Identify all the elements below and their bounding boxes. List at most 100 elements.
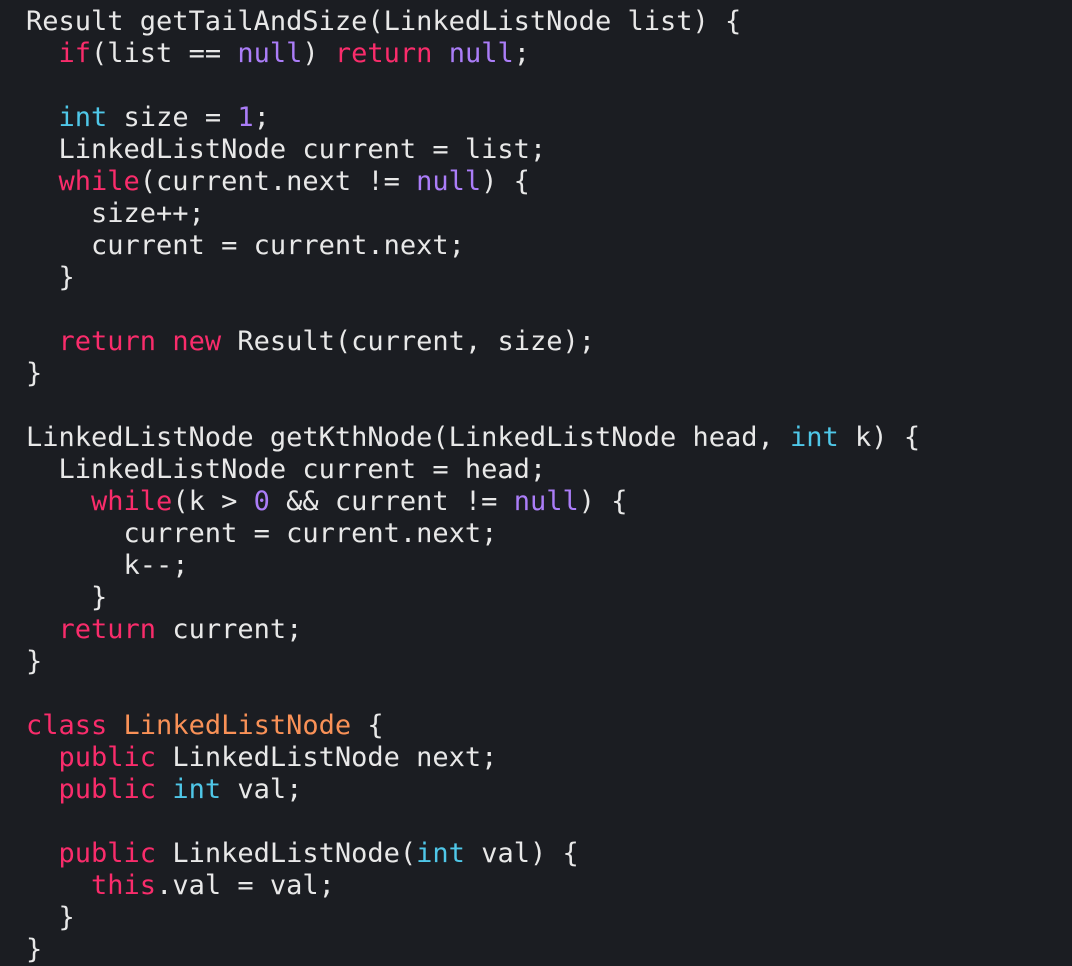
code-token-const: 0 xyxy=(253,486,270,517)
code-token-plain: size++; xyxy=(26,198,205,229)
code-line: return new Result(current, size); xyxy=(26,326,1072,358)
code-token-plain: LinkedListNode current = head; xyxy=(26,454,547,485)
code-token-const: null xyxy=(416,166,482,197)
code-token-const: 1 xyxy=(237,102,254,133)
code-token-keyword: if xyxy=(58,38,92,69)
code-token-type: int xyxy=(416,838,465,869)
code-token-type: int xyxy=(172,774,222,805)
code-line: current = current.next; xyxy=(26,518,1072,550)
code-line: this.val = val; xyxy=(26,870,1072,902)
code-line: } xyxy=(26,582,1072,614)
code-token-plain: size = xyxy=(107,102,238,133)
code-line: } xyxy=(26,934,1072,966)
code-token-plain: k--; xyxy=(26,550,189,581)
code-line: LinkedListNode current = list; xyxy=(26,134,1072,166)
code-token-plain: ; xyxy=(513,38,530,69)
code-token-plain: .val = val; xyxy=(156,870,335,901)
code-line: if(list == null) return null; xyxy=(26,38,1072,70)
code-line: return current; xyxy=(26,614,1072,646)
code-line: } xyxy=(26,262,1072,294)
code-token-plain: } xyxy=(26,358,43,389)
code-token-keyword: while xyxy=(91,486,173,517)
code-token-keyword: public xyxy=(58,838,157,869)
code-token-plain: current = current.next; xyxy=(26,518,498,549)
code-token-plain: ) xyxy=(302,38,335,69)
code-line: int size = 1; xyxy=(26,102,1072,134)
code-line: } xyxy=(26,902,1072,934)
code-token-plain: ) { xyxy=(481,166,530,197)
code-token-plain: k) { xyxy=(838,422,921,453)
code-token-keyword: this xyxy=(91,870,157,901)
code-line: public LinkedListNode next; xyxy=(26,742,1072,774)
code-line: while(k > 0 && current != null) { xyxy=(26,486,1072,518)
code-token-plain: } xyxy=(26,934,43,965)
code-token-plain: { xyxy=(351,710,384,741)
code-line: Result getTailAndSize(LinkedListNode lis… xyxy=(26,6,1072,38)
code-token-class: LinkedListNode xyxy=(123,710,352,741)
code-token-plain: current; xyxy=(156,614,303,645)
code-line: LinkedListNode current = head; xyxy=(26,454,1072,486)
code-token-keyword: public xyxy=(58,774,157,805)
code-token-keyword: class xyxy=(26,710,108,741)
code-line: current = current.next; xyxy=(26,230,1072,262)
code-token-keyword: return xyxy=(58,326,157,357)
code-token-keyword: public xyxy=(58,742,157,773)
code-token-plain: LinkedListNode current = list; xyxy=(26,134,547,165)
code-token-plain: ; xyxy=(253,102,270,133)
code-token-keyword: new xyxy=(172,326,222,357)
code-token-plain: (list == xyxy=(91,38,238,69)
code-line: while(current.next != null) { xyxy=(26,166,1072,198)
code-token-keyword: return xyxy=(334,38,433,69)
code-token-plain: Result getTailAndSize(LinkedListNode lis… xyxy=(26,6,742,37)
code-token-plain: LinkedListNode getKthNode(LinkedListNode… xyxy=(26,422,791,453)
code-line: public LinkedListNode(int val) { xyxy=(26,838,1072,870)
code-line: } xyxy=(26,358,1072,390)
code-token-plain: ) { xyxy=(578,486,628,517)
code-line: public int val; xyxy=(26,774,1072,806)
code-token-plain: && current != xyxy=(269,486,514,517)
code-token-plain: LinkedListNode( xyxy=(156,838,417,869)
code-token-plain: val; xyxy=(221,774,303,805)
code-token-type: int xyxy=(790,422,839,453)
code-line: k--; xyxy=(26,550,1072,582)
code-token-const: null xyxy=(237,38,303,69)
code-token-plain: val) { xyxy=(464,838,579,869)
code-token-plain: } xyxy=(26,262,75,293)
code-token-plain: } xyxy=(26,646,43,677)
code-block[interactable]: Result getTailAndSize(LinkedListNode lis… xyxy=(0,0,1072,966)
code-line: } xyxy=(26,646,1072,678)
code-token-plain: (k > xyxy=(172,486,254,517)
code-line: size++; xyxy=(26,198,1072,230)
code-token-plain: (current.next != xyxy=(139,166,417,197)
code-token-plain: } xyxy=(26,902,75,933)
code-token-plain: LinkedListNode next; xyxy=(156,742,498,773)
code-line: class LinkedListNode { xyxy=(26,710,1072,742)
code-token-plain: current = current.next; xyxy=(26,230,465,261)
code-token-const: null xyxy=(448,38,514,69)
code-line: LinkedListNode getKthNode(LinkedListNode… xyxy=(26,422,1072,454)
code-token-type: int xyxy=(58,102,108,133)
code-token-keyword: while xyxy=(58,166,140,197)
code-token-plain: Result(current, size); xyxy=(221,326,595,357)
code-token-plain: } xyxy=(26,582,108,613)
code-token-keyword: return xyxy=(58,614,157,645)
